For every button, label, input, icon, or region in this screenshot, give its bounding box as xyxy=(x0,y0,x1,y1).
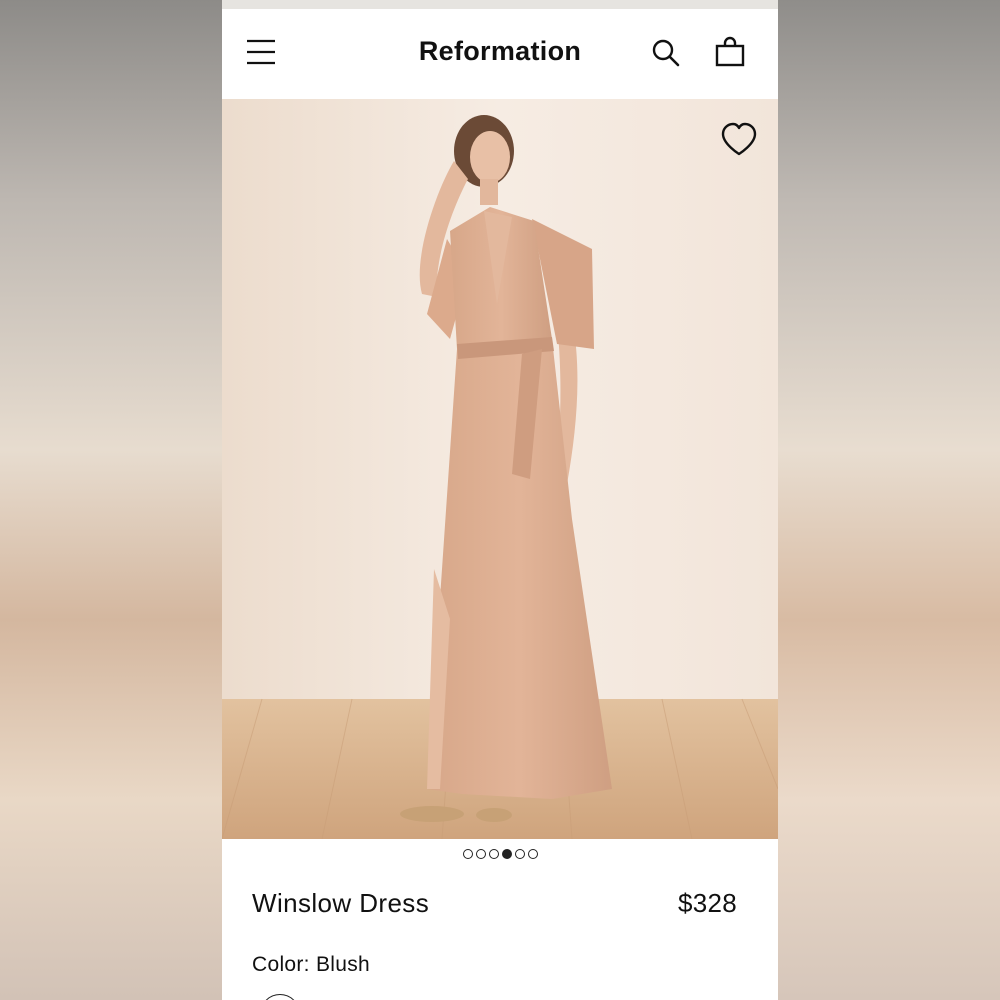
carousel-dot[interactable] xyxy=(488,849,499,859)
blurred-background-left xyxy=(0,0,222,1000)
product-price: $328 xyxy=(677,888,737,918)
image-carousel-indicator[interactable] xyxy=(222,849,778,863)
color-swatch[interactable] xyxy=(260,994,300,1000)
brand-logo[interactable]: Reformation xyxy=(222,36,778,67)
model-photo xyxy=(222,99,778,839)
carousel-dot-active[interactable] xyxy=(501,849,512,859)
product-image[interactable] xyxy=(222,99,778,839)
product-title: Winslow Dress xyxy=(252,888,430,918)
product-screen: Reformation Winslow Dress $328 Color: Bl… xyxy=(222,0,778,1000)
carousel-dot[interactable] xyxy=(462,849,473,859)
favorite-heart-icon[interactable] xyxy=(720,122,758,158)
color-label: Color: Blush xyxy=(252,953,370,976)
carousel-dot[interactable] xyxy=(514,849,525,859)
carousel-dot[interactable] xyxy=(475,849,486,859)
search-icon[interactable] xyxy=(651,38,681,68)
top-nav-bar: Reformation xyxy=(222,9,778,99)
carousel-dot[interactable] xyxy=(527,849,538,859)
blurred-background-right xyxy=(778,0,1000,1000)
shopping-bag-icon[interactable] xyxy=(714,36,746,68)
status-strip xyxy=(222,0,778,9)
